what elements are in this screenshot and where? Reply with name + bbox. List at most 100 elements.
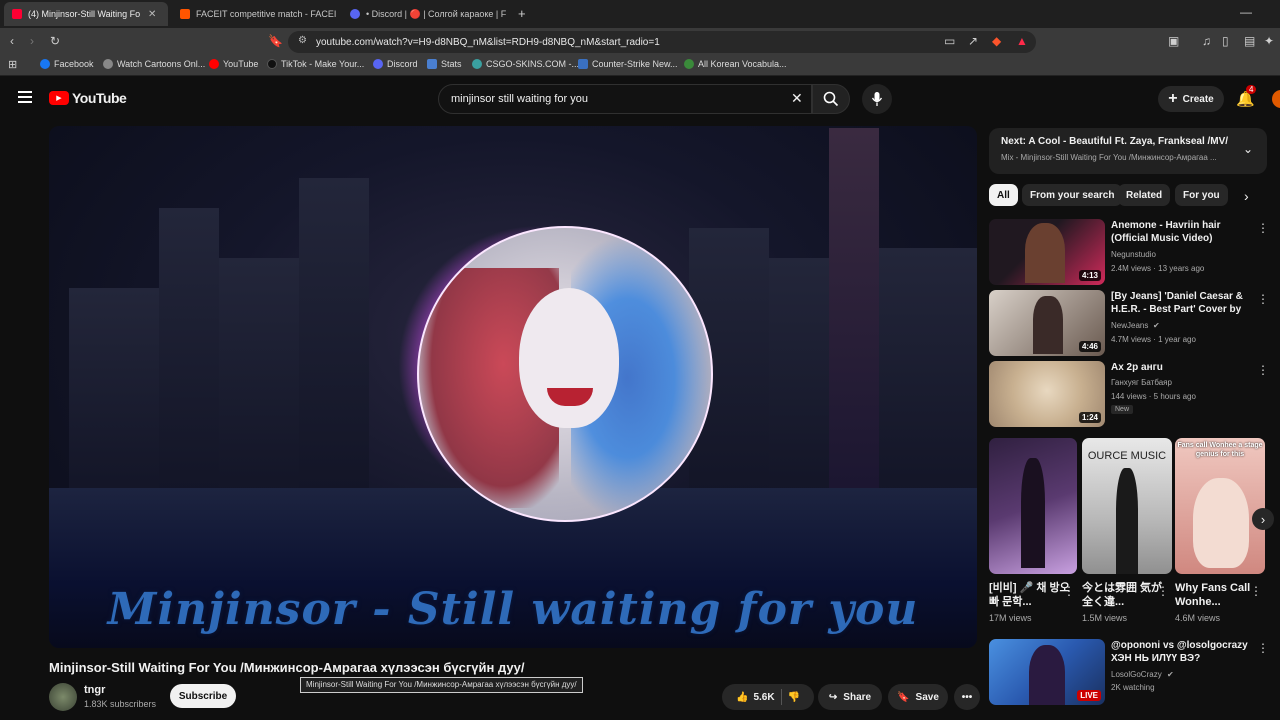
bookmark-discord[interactable]: Discord xyxy=(373,59,418,69)
globe-icon xyxy=(103,59,113,69)
leo-ai-icon[interactable]: ✦ xyxy=(1264,34,1274,48)
duration-badge: 4:13 xyxy=(1078,270,1101,281)
browser-tab-discord[interactable]: • Discord | 🔴 | Солгой караоке | Fr xyxy=(342,2,506,26)
more-vertical-icon[interactable]: ⋮ xyxy=(1257,221,1269,235)
like-count: 5.6K xyxy=(753,691,775,703)
cast-icon[interactable]: ▭ xyxy=(944,34,955,48)
brave-shield-icon[interactable]: ◆ xyxy=(992,34,1001,48)
clear-search-icon[interactable]: ✕ xyxy=(791,90,803,107)
duration-badge: 4:46 xyxy=(1078,341,1101,352)
new-tab-button[interactable]: + xyxy=(518,6,526,21)
tab-label: (4) Minjinsor-Still Waiting For xyxy=(28,9,140,19)
bookmark-korean-vocab[interactable]: All Korean Vocabula... xyxy=(684,59,787,69)
chip-related[interactable]: Related xyxy=(1118,184,1171,206)
browser-tab-faceit[interactable]: FACEIT competitive match - FACEIT.c xyxy=(172,2,336,26)
chip-from-your-search[interactable]: From your search xyxy=(1022,184,1123,206)
back-icon[interactable]: ‹ xyxy=(10,34,14,48)
recommended-video[interactable]: 1:24 Ах 2р ангu Ганхуяг Батбаяр 144 view… xyxy=(989,361,1269,427)
save-button[interactable]: 🔖 Save xyxy=(888,684,948,710)
csgo-skins-icon xyxy=(472,59,482,69)
plus-icon: + xyxy=(1168,90,1178,107)
subscriber-count: 1.83K subscribers xyxy=(84,699,157,709)
search-query: minjinsor still waiting for you xyxy=(451,93,588,105)
chip-all[interactable]: All xyxy=(989,184,1018,206)
chevron-right-icon[interactable]: › xyxy=(1244,188,1249,204)
site-settings-icon[interactable]: ⚙ xyxy=(298,35,307,46)
skyline-building xyxy=(69,288,159,508)
share-button[interactable]: ↪ Share xyxy=(818,684,882,710)
rec-channel: Ганхуяг Батбаяр xyxy=(1111,378,1172,387)
minimize-window-icon[interactable]: — xyxy=(1240,5,1252,19)
short-thumbnail[interactable]: Fans call Wonhee a stage genius for this xyxy=(1175,438,1265,574)
address-bar[interactable]: ⚙ youtube.com/watch?v=H9-d8NBQ_nM&list=R… xyxy=(288,31,1036,53)
singer-portrait xyxy=(417,226,713,522)
bookmark-counter-strike[interactable]: Counter-Strike New... xyxy=(578,59,678,69)
chip-for-you[interactable]: For you xyxy=(1175,184,1228,206)
reload-icon[interactable]: ↻ xyxy=(50,34,60,48)
more-vertical-icon[interactable]: ⋮ xyxy=(1063,584,1075,598)
account-avatar[interactable] xyxy=(1272,90,1280,108)
search-button[interactable] xyxy=(812,84,850,114)
media-controls-icon[interactable]: ♫ xyxy=(1202,34,1211,48)
browser-tab-youtube[interactable]: (4) Minjinsor-Still Waiting For ✕ xyxy=(4,2,168,26)
thumbs-up-icon: 👍 xyxy=(735,691,749,703)
more-horizontal-icon: ••• xyxy=(961,691,973,703)
channel-avatar[interactable] xyxy=(49,683,77,711)
like-button[interactable]: 👍 5.6K xyxy=(736,692,775,703)
bookmark-icon[interactable]: 🔖 xyxy=(268,34,283,48)
voice-search-button[interactable] xyxy=(862,84,892,114)
rec-title: Ах 2р ангu xyxy=(1111,362,1163,373)
video-thumbnail[interactable]: 4:46 xyxy=(989,290,1105,356)
share-page-icon[interactable]: ↗ xyxy=(968,34,978,48)
rec-title: Anemone - Havriin hair (Official Music V… xyxy=(1111,220,1221,244)
bookmark-stats[interactable]: Stats xyxy=(427,59,462,69)
more-vertical-icon[interactable]: ⋮ xyxy=(1257,363,1269,377)
chevron-down-icon[interactable]: ⌄ xyxy=(1243,142,1253,156)
up-next-panel[interactable]: Next: A Cool - Beautiful Ft. Zaya, Frank… xyxy=(989,128,1267,174)
rec-channel: LosolGoCrazy xyxy=(1111,670,1162,679)
bookmark-tiktok[interactable]: TikTok - Make Your... xyxy=(267,59,364,69)
short-thumbnail[interactable]: OURCE MUSIC xyxy=(1082,438,1172,574)
facebook-icon xyxy=(40,59,50,69)
more-vertical-icon[interactable]: ⋮ xyxy=(1257,641,1269,655)
sidebar-toggle-icon[interactable]: ▯ xyxy=(1222,34,1229,48)
apps-grid-icon[interactable]: ⊞ xyxy=(8,58,17,71)
like-dislike-group: 👍 5.6K 👎 xyxy=(722,684,814,710)
channel-name[interactable]: tngr xyxy=(84,684,105,696)
forward-icon[interactable]: › xyxy=(30,34,34,48)
skyline-building xyxy=(219,258,299,508)
subscribe-button[interactable]: Subscribe xyxy=(170,684,236,708)
dislike-button[interactable]: 👎 xyxy=(788,692,800,703)
more-vertical-icon[interactable]: ⋮ xyxy=(1157,584,1169,598)
recommended-video[interactable]: 4:46 [By Jeans] 'Daniel Caesar & H.E.R. … xyxy=(989,290,1269,356)
more-vertical-icon[interactable]: ⋮ xyxy=(1257,292,1269,306)
create-button[interactable]: + Create xyxy=(1158,86,1224,112)
bookmark-label: YouTube xyxy=(223,59,259,69)
close-tab-icon[interactable]: ✕ xyxy=(148,9,156,20)
video-thumbnail[interactable]: LIVE xyxy=(989,639,1105,705)
bookmark-facebook[interactable]: Facebook xyxy=(40,59,94,69)
bookmark-label: Watch Cartoons Onl... xyxy=(117,59,206,69)
short-thumbnail[interactable] xyxy=(989,438,1077,574)
skyline-building xyxy=(879,248,977,508)
extensions-icon[interactable]: ▣ xyxy=(1168,34,1179,48)
recommended-live-stream[interactable]: LIVE @opononi vs @losolgocrazy ХЭН НЬ ИЛ… xyxy=(989,639,1269,705)
bookmark-csgo-skins[interactable]: CSGO-SKINS.COM -... xyxy=(472,59,579,69)
more-vertical-icon[interactable]: ⋮ xyxy=(1250,584,1262,598)
shorts-next-button[interactable]: › xyxy=(1252,508,1274,530)
menu-icon[interactable] xyxy=(18,91,32,103)
more-actions-button[interactable]: ••• xyxy=(954,684,980,710)
bookmark-watch-cartoons[interactable]: Watch Cartoons Onl... xyxy=(103,59,205,69)
bookmark-youtube[interactable]: YouTube xyxy=(209,59,258,69)
youtube-logo[interactable]: ▶ YouTube xyxy=(49,90,127,106)
video-thumbnail[interactable]: 1:24 xyxy=(989,361,1105,427)
wallet-icon[interactable]: ▤ xyxy=(1244,34,1255,48)
video-thumbnail[interactable]: 4:13 xyxy=(989,219,1105,285)
search-input[interactable]: minjinsor still waiting for you ✕ xyxy=(438,84,812,114)
recommended-video[interactable]: 4:13 Anemone - Havriin hair (Official Mu… xyxy=(989,219,1269,285)
short-title[interactable]: 今とは雰囲 気が全く違... xyxy=(1082,581,1168,609)
notifications-button[interactable]: 🔔 4 xyxy=(1236,85,1257,108)
brave-rewards-icon[interactable]: ▲ xyxy=(1016,34,1028,48)
short-title[interactable]: Why Fans Call Wonhe... xyxy=(1175,581,1261,609)
video-player[interactable]: Minjinsor - Still waiting for you xyxy=(49,126,977,648)
